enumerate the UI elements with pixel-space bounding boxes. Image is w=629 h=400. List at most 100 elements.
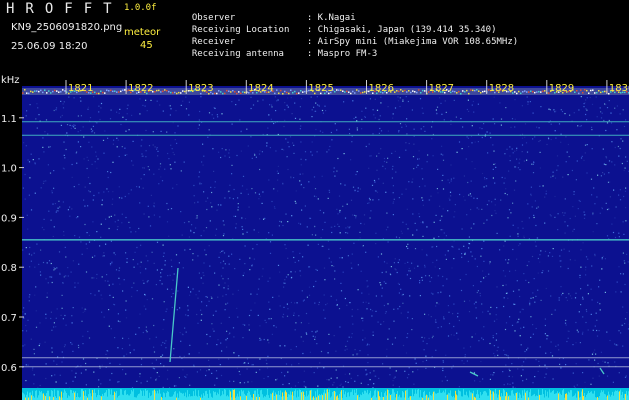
noise-speck xyxy=(319,362,321,364)
noise-speck xyxy=(351,333,353,335)
noise-speck xyxy=(120,123,122,126)
bottom-band-bar xyxy=(467,395,468,400)
noise-speck xyxy=(386,161,388,163)
noise-speck xyxy=(495,212,497,214)
noise-speck xyxy=(103,252,105,254)
noise-speck xyxy=(336,208,338,210)
noise-speck xyxy=(596,116,598,118)
noise-speck xyxy=(533,278,535,280)
noise-speck xyxy=(586,119,588,121)
noise-speck xyxy=(580,288,582,290)
noise-speck xyxy=(565,319,567,321)
noise-speck xyxy=(436,302,438,304)
noise-speck xyxy=(143,174,145,176)
noise-speck xyxy=(458,386,460,388)
noise-speck xyxy=(534,376,536,378)
noise-speck xyxy=(189,294,191,296)
noise-speck xyxy=(98,290,100,292)
noise-speck xyxy=(200,319,202,321)
band-speck xyxy=(352,90,354,93)
noise-speck xyxy=(131,286,133,289)
bottom-band-bar xyxy=(449,393,450,400)
bottom-band-bar xyxy=(589,393,590,400)
noise-speck xyxy=(509,316,511,318)
bottom-band-bar xyxy=(177,393,178,400)
noise-speck xyxy=(373,383,375,385)
noise-speck xyxy=(177,125,179,127)
noise-speck xyxy=(72,260,74,262)
noise-speck xyxy=(388,328,390,330)
bottom-band-bar xyxy=(610,396,611,400)
noise-speck xyxy=(294,385,297,387)
noise-speck xyxy=(77,115,79,117)
noise-speck xyxy=(499,249,501,251)
noise-speck xyxy=(30,338,32,340)
noise-speck xyxy=(88,141,90,143)
noise-speck xyxy=(128,337,130,340)
bottom-band-bar xyxy=(493,391,494,400)
band-speck xyxy=(244,91,246,94)
noise-speck xyxy=(509,160,511,162)
noise-speck xyxy=(335,350,337,352)
noise-speck xyxy=(108,284,110,286)
noise-speck xyxy=(400,312,402,314)
noise-speck xyxy=(418,150,420,152)
bottom-band-bar xyxy=(51,390,52,400)
bottom-band-bar xyxy=(181,392,182,400)
noise-speck xyxy=(357,375,359,377)
bottom-band-bar xyxy=(315,391,316,400)
noise-speck xyxy=(302,173,304,175)
noise-speck xyxy=(583,103,585,105)
noise-speck xyxy=(234,268,236,270)
noise-speck xyxy=(316,330,318,332)
noise-speck xyxy=(283,286,285,288)
bottom-band-bar xyxy=(534,393,535,400)
noise-speck xyxy=(135,231,137,233)
noise-speck xyxy=(126,258,128,260)
noise-speck xyxy=(348,227,350,229)
noise-speck xyxy=(580,125,582,127)
band-speck xyxy=(178,91,180,94)
bottom-band-bar xyxy=(26,394,27,400)
band-speck xyxy=(168,90,170,93)
noise-speck xyxy=(287,141,289,143)
bottom-band-bar xyxy=(113,395,114,400)
noise-speck xyxy=(491,201,493,203)
noise-speck xyxy=(394,337,396,339)
noise-speck xyxy=(383,304,385,307)
noise-speck xyxy=(213,330,215,332)
noise-speck xyxy=(545,287,547,290)
noise-speck xyxy=(587,329,589,331)
noise-speck xyxy=(112,143,114,145)
noise-speck xyxy=(72,380,74,382)
noise-speck xyxy=(188,101,190,103)
bottom-band-bar xyxy=(204,395,205,400)
noise-speck xyxy=(328,189,330,191)
noise-speck xyxy=(611,161,613,163)
noise-speck xyxy=(85,308,87,311)
noise-speck xyxy=(591,129,593,131)
noise-speck xyxy=(537,370,539,372)
noise-speck xyxy=(330,295,332,297)
noise-speck xyxy=(330,131,332,134)
noise-speck xyxy=(401,126,403,128)
noise-speck xyxy=(323,309,325,311)
noise-speck xyxy=(393,320,395,322)
band-speck xyxy=(300,89,302,92)
band-speck xyxy=(162,90,164,93)
noise-speck xyxy=(585,269,587,271)
noise-speck xyxy=(264,319,266,321)
noise-speck xyxy=(278,295,280,297)
bottom-band-bar xyxy=(222,391,223,400)
noise-speck xyxy=(372,109,374,111)
noise-speck xyxy=(505,188,507,190)
noise-speck xyxy=(532,172,535,174)
bottom-band-bar xyxy=(274,396,275,400)
noise-speck xyxy=(73,126,75,128)
noise-speck xyxy=(352,354,354,356)
bottom-band-bar xyxy=(139,393,140,400)
bottom-band-bar xyxy=(604,393,605,400)
noise-speck xyxy=(623,233,625,235)
noise-speck xyxy=(258,278,260,280)
bottom-band-bar xyxy=(624,393,625,400)
